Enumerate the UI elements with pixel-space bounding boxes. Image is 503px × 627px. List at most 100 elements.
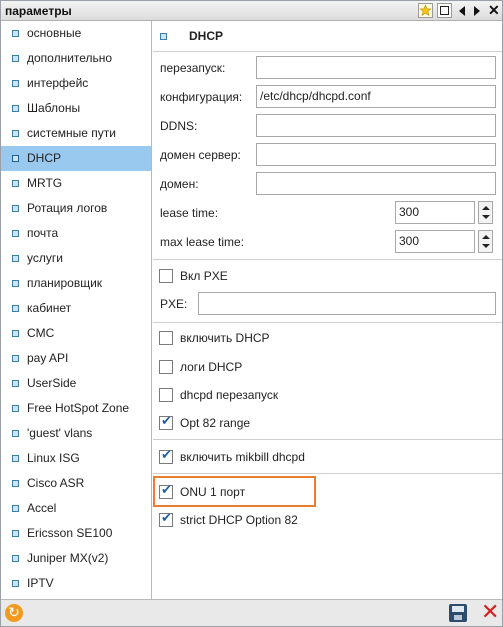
bullet-icon xyxy=(12,305,19,312)
bullet-icon xyxy=(12,505,19,512)
sidebar-item[interactable]: Шаблоны xyxy=(1,96,151,121)
divider xyxy=(153,322,502,323)
floppy-disk-icon[interactable] xyxy=(449,604,467,622)
sidebar-item-label: почта xyxy=(27,226,59,240)
bullet-icon xyxy=(12,455,19,462)
bullet-icon xyxy=(12,280,19,287)
sidebar: основные дополнительно интерфейс Шаблоны сис… xyxy=(1,21,152,599)
arrow-left-icon[interactable] xyxy=(459,6,465,16)
section-title: DHCP xyxy=(189,29,224,43)
pxe-label: PXE: xyxy=(160,297,188,311)
restart-field[interactable] xyxy=(256,56,496,79)
sidebar-item-label: UserSide xyxy=(27,376,77,390)
sidebar-item[interactable]: Ротация логов xyxy=(1,196,151,221)
sidebar-item[interactable]: системные пути xyxy=(1,121,151,146)
max-lease-time-label: max lease time: xyxy=(160,235,245,249)
domain-server-field[interactable] xyxy=(256,143,496,166)
window-icon[interactable] xyxy=(437,3,452,18)
sidebar-item-label: дополнительно xyxy=(27,51,113,65)
bullet-icon xyxy=(12,480,19,487)
sidebar-item-label: системные пути xyxy=(27,126,116,140)
sidebar-item-label: DHCP xyxy=(27,151,62,165)
refresh-icon[interactable]: ↻ xyxy=(5,604,23,622)
strict-opt82-checkbox[interactable] xyxy=(159,511,173,527)
sidebar-item-label: Juniper MX(v2) xyxy=(27,551,109,565)
star-icon[interactable] xyxy=(418,3,433,18)
onu-port-checkbox[interactable] xyxy=(159,483,173,499)
max-lease-time-stepper[interactable] xyxy=(478,230,493,253)
sidebar-item[interactable]: услуги xyxy=(1,246,151,271)
lease-time-input[interactable]: 300 xyxy=(395,201,475,224)
dhcpd-restart-label: dhcpd перезапуск xyxy=(180,388,279,402)
bullet-icon xyxy=(12,130,19,137)
arrow-right-icon[interactable] xyxy=(474,6,480,16)
sidebar-item[interactable]: планировщик xyxy=(1,271,151,296)
sidebar-item-label: MRTG xyxy=(27,176,63,190)
sidebar-item[interactable]: DHCP xyxy=(1,146,151,171)
down-arrow-icon[interactable] xyxy=(482,244,490,248)
sidebar-item[interactable]: Cisco ASR xyxy=(1,471,151,496)
max-lease-time-input[interactable]: 300 xyxy=(395,230,475,253)
sidebar-item-label: основные xyxy=(27,26,82,40)
mikbill-dhcpd-checkbox[interactable] xyxy=(159,448,173,464)
window-title: параметры xyxy=(5,4,72,18)
sidebar-item[interactable]: pay API xyxy=(1,346,151,371)
sidebar-item-label: IPTV xyxy=(27,576,54,590)
down-arrow-icon[interactable] xyxy=(482,215,490,219)
sidebar-item-label: pay API xyxy=(27,351,69,365)
domain-field[interactable] xyxy=(256,172,496,195)
dhcpd-restart-checkbox[interactable] xyxy=(159,388,173,402)
sidebar-item[interactable]: IPTV xyxy=(1,571,151,596)
sidebar-item[interactable]: дополнительно xyxy=(1,46,151,71)
config-field[interactable]: /etc/dhcp/dhcpd.conf xyxy=(256,85,496,108)
sidebar-item-label: планировщик xyxy=(27,276,103,290)
section-header: DHCP xyxy=(153,21,502,51)
sidebar-item[interactable]: основные xyxy=(1,21,151,46)
bullet-icon xyxy=(12,30,19,37)
enable-dhcp-label: включить DHCP xyxy=(180,331,270,345)
sidebar-item-label: Accel xyxy=(27,501,57,515)
strict-opt82-label: strict DHCP Option 82 xyxy=(180,513,298,527)
sidebar-item[interactable]: 'guest' vlans xyxy=(1,421,151,446)
sidebar-item[interactable]: MRTG xyxy=(1,171,151,196)
sidebar-item[interactable]: Juniper MX(v2) xyxy=(1,546,151,571)
up-arrow-icon[interactable] xyxy=(482,235,490,239)
sidebar-item[interactable]: Accel xyxy=(1,496,151,521)
lease-time-stepper[interactable] xyxy=(478,201,493,224)
domain-label: домен: xyxy=(160,177,199,191)
dhcp-logs-label: логи DHCP xyxy=(180,360,243,374)
sidebar-item-label: услуги xyxy=(27,251,63,265)
sidebar-item[interactable]: CMC xyxy=(1,321,151,346)
pxe-enable-checkbox[interactable] xyxy=(159,269,173,283)
dhcp-logs-checkbox[interactable] xyxy=(159,360,173,374)
red-x-icon[interactable]: ✕ xyxy=(481,602,499,624)
sidebar-item-label: Шаблоны xyxy=(27,101,81,115)
divider xyxy=(153,439,502,440)
divider xyxy=(153,473,502,474)
sidebar-item-label: Ротация логов xyxy=(27,201,108,215)
up-arrow-icon[interactable] xyxy=(482,206,490,210)
sidebar-item[interactable]: интерфейс xyxy=(1,71,151,96)
bullet-icon xyxy=(12,555,19,562)
sidebar-item[interactable]: UserSide xyxy=(1,371,151,396)
sidebar-item[interactable]: кабинет xyxy=(1,296,151,321)
bullet-icon xyxy=(12,580,19,587)
divider xyxy=(153,51,502,52)
restart-label: перезапуск: xyxy=(160,61,226,75)
ddns-field[interactable] xyxy=(256,114,496,137)
enable-dhcp-checkbox[interactable] xyxy=(159,331,173,345)
bullet-icon xyxy=(12,155,19,162)
section-bullet-icon xyxy=(160,33,167,40)
bullet-icon xyxy=(12,80,19,87)
sidebar-item[interactable]: почта xyxy=(1,221,151,246)
sidebar-item[interactable]: Free HotSpot Zone xyxy=(1,396,151,421)
pxe-field[interactable] xyxy=(198,292,496,315)
bullet-icon xyxy=(12,405,19,412)
bullet-icon xyxy=(12,530,19,537)
close-icon[interactable]: ✕ xyxy=(488,3,501,18)
opt82-checkbox[interactable] xyxy=(159,414,173,430)
sidebar-item[interactable]: Linux ISG xyxy=(1,446,151,471)
config-label: конфигурация: xyxy=(160,90,243,104)
bullet-icon xyxy=(12,180,19,187)
sidebar-item[interactable]: Ericsson SE100 xyxy=(1,521,151,546)
